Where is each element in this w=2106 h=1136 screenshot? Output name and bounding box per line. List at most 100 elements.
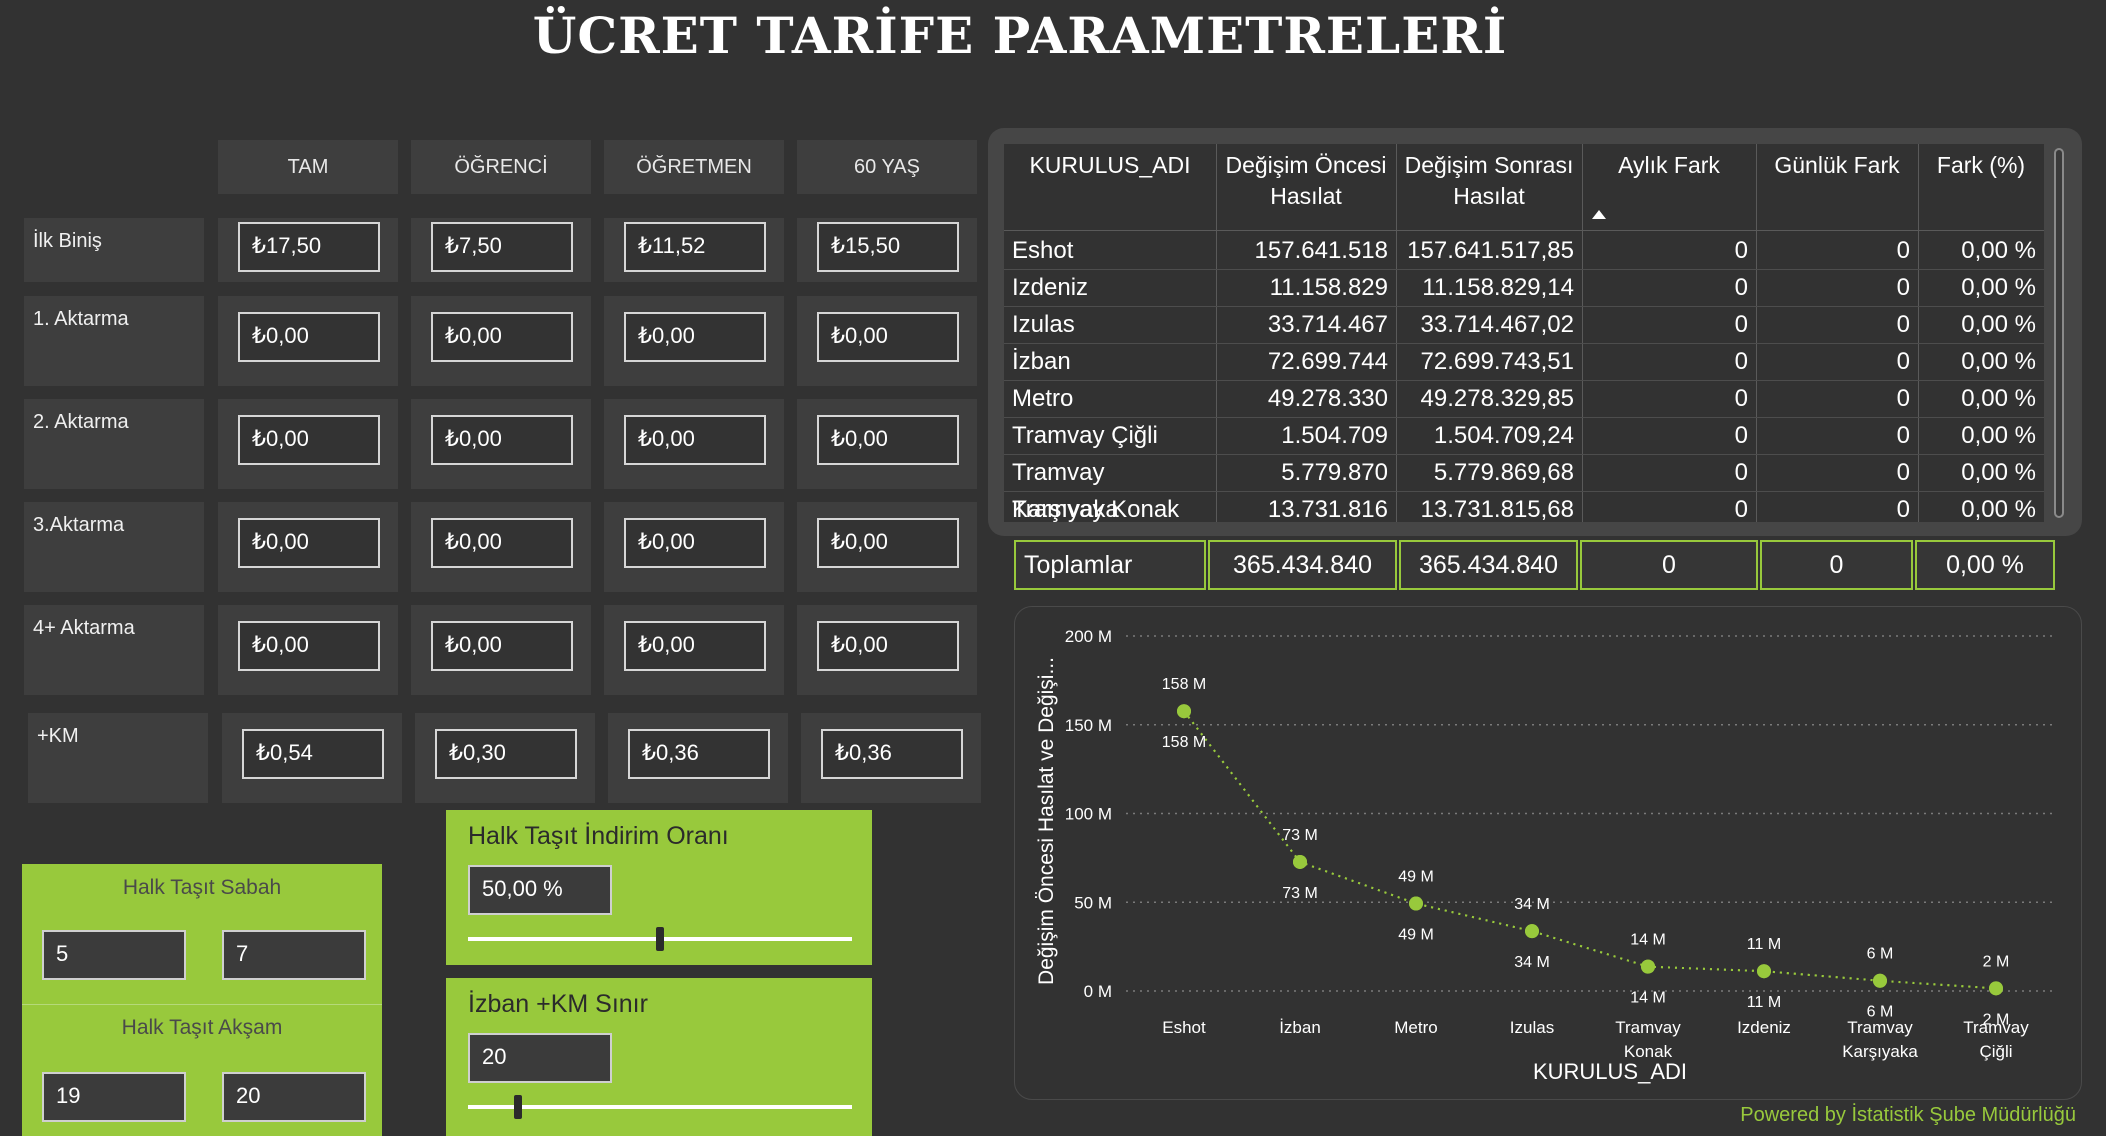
fare-input[interactable]: ₺0,00 bbox=[431, 312, 573, 362]
data-label: 34 M bbox=[1514, 954, 1550, 971]
table-cell: 0 bbox=[1896, 459, 1910, 486]
data-point[interactable] bbox=[1757, 964, 1771, 979]
table-cell: 0 bbox=[1734, 237, 1748, 264]
table-column-header[interactable]: Değişim Öncesi Hasılat bbox=[1216, 150, 1396, 212]
fare-input[interactable]: ₺0,00 bbox=[624, 518, 766, 568]
revenue-line-chart: 0 M 50 M 100 M 150 M 200 M Değişim Öncesi Has… bbox=[1035, 627, 2054, 1084]
hours-panel: Halk Taşıt Sabah 5 7 Halk Taşıt Akşam 19… bbox=[22, 864, 382, 1136]
fare-input[interactable]: ₺0,00 bbox=[238, 312, 380, 362]
sort-ascending-icon[interactable] bbox=[1592, 210, 1606, 219]
data-label: 158 M bbox=[1162, 734, 1206, 751]
data-point[interactable] bbox=[1293, 854, 1307, 869]
fare-input[interactable]: ₺0,00 bbox=[624, 415, 766, 465]
morning-hours-label: Halk Taşıt Sabah bbox=[122, 876, 282, 899]
fare-input[interactable]: ₺0,00 bbox=[817, 312, 959, 362]
y-tick-label: 0 M bbox=[1084, 982, 1112, 1001]
table-cell: 0 bbox=[1896, 311, 1910, 338]
table-cell: 0 bbox=[1896, 422, 1910, 449]
x-tick-label: Konak bbox=[1624, 1042, 1673, 1061]
fare-input[interactable]: ₺0,00 bbox=[624, 621, 766, 671]
izban-km-slider-handle[interactable] bbox=[513, 1095, 522, 1119]
y-tick-label: 100 M bbox=[1065, 805, 1112, 824]
morning-start-input[interactable]: 5 bbox=[42, 930, 186, 980]
fare-input[interactable]: ₺7,50 bbox=[431, 222, 573, 272]
table-cell: 0,00 % bbox=[1961, 348, 2036, 375]
data-point[interactable] bbox=[1525, 924, 1539, 939]
y-tick-label: 150 M bbox=[1065, 716, 1112, 735]
fare-input[interactable]: ₺0,00 bbox=[817, 518, 959, 568]
morning-end-input[interactable]: 7 bbox=[222, 930, 366, 980]
data-point[interactable] bbox=[1641, 959, 1655, 974]
x-tick-label: Karşıyaka bbox=[1842, 1042, 1918, 1061]
fare-input[interactable]: ₺0,00 bbox=[431, 518, 573, 568]
data-label: 11 M bbox=[1747, 936, 1781, 953]
fare-input[interactable]: ₺17,50 bbox=[238, 222, 380, 272]
fare-input[interactable]: ₺0,00 bbox=[238, 621, 380, 671]
fare-input[interactable]: ₺0,00 bbox=[817, 415, 959, 465]
table-column-header[interactable]: Aylık Fark bbox=[1582, 150, 1756, 181]
table-cell: 0 bbox=[1734, 348, 1748, 375]
x-tick-label: Eshot bbox=[1162, 1018, 1206, 1037]
table-row-label: İzban bbox=[1012, 348, 1071, 375]
izban-km-input[interactable]: 20 bbox=[468, 1033, 612, 1083]
table-cell: 72.699.744 bbox=[1267, 348, 1388, 375]
table-cell: 0,00 % bbox=[1961, 459, 2036, 486]
evening-end-input[interactable]: 20 bbox=[222, 1072, 366, 1122]
table-cell: 0 bbox=[1896, 348, 1910, 375]
izban-km-slider-track[interactable] bbox=[468, 1105, 852, 1109]
table-cell: 13.731.816 bbox=[1267, 496, 1388, 523]
page-title: ÜCRET TARİFE PARAMETRELERİ bbox=[532, 6, 1508, 65]
footer-credit: Powered by İstatistik Şube Müdürlüğü bbox=[1740, 1104, 2076, 1126]
data-label: 49 M bbox=[1398, 869, 1434, 886]
izban-km-label: İzban +KM Sınır bbox=[468, 990, 648, 1018]
discount-rate-label: Halk Taşıt İndirim Oranı bbox=[468, 822, 729, 850]
data-label: 6 M bbox=[1867, 946, 1894, 963]
x-tick-label: Tramvay bbox=[1847, 1018, 1913, 1037]
fare-row-label: +KM bbox=[28, 713, 208, 803]
data-point[interactable] bbox=[1989, 981, 2003, 996]
fare-input[interactable]: ₺0,36 bbox=[821, 729, 963, 779]
table-column-header[interactable]: Fark (%) bbox=[1918, 150, 2044, 181]
fare-input[interactable]: ₺0,00 bbox=[431, 415, 573, 465]
fare-input[interactable]: ₺0,00 bbox=[431, 621, 573, 671]
fare-input[interactable]: ₺0,00 bbox=[238, 518, 380, 568]
table-column-header[interactable]: Değişim Sonrası Hasılat bbox=[1396, 150, 1582, 212]
table-cell: 0 bbox=[1896, 496, 1910, 523]
hours-divider bbox=[22, 1004, 382, 1005]
table-row-label: Eshot bbox=[1012, 237, 1074, 264]
table-row-label: Tramvay Konak bbox=[1012, 496, 1180, 523]
totals-label: Toplamlar bbox=[1014, 540, 1206, 590]
totals-cell: 0 bbox=[1760, 540, 1913, 590]
table-row-label: Tramvay Karşıyaka bbox=[1012, 459, 1119, 523]
table-column-header[interactable]: KURULUS_ADI bbox=[1004, 150, 1216, 181]
fare-input[interactable]: ₺0,54 bbox=[242, 729, 384, 779]
izban-km-panel: İzban +KM Sınır 20 bbox=[446, 978, 872, 1136]
table-scrollbar[interactable] bbox=[2054, 148, 2064, 518]
data-point[interactable] bbox=[1409, 896, 1423, 911]
fare-input[interactable]: ₺0,00 bbox=[624, 312, 766, 362]
fare-row-label: 4+ Aktarma bbox=[24, 605, 204, 695]
fare-input[interactable]: ₺0,00 bbox=[238, 415, 380, 465]
fare-input[interactable]: ₺11,52 bbox=[624, 222, 766, 272]
table-cell: 0,00 % bbox=[1961, 385, 2036, 412]
fare-input[interactable]: ₺0,30 bbox=[435, 729, 577, 779]
fare-row-label: İlk Biniş bbox=[24, 218, 204, 282]
data-point[interactable] bbox=[1873, 973, 1887, 988]
header-divider bbox=[1004, 230, 2044, 231]
fare-column-header: ÖĞRETMEN bbox=[604, 140, 784, 194]
data-point[interactable] bbox=[1177, 704, 1191, 719]
discount-slider-handle[interactable] bbox=[656, 927, 664, 951]
table-cell: 49.278.329,85 bbox=[1420, 385, 1574, 412]
fare-input[interactable]: ₺15,50 bbox=[817, 222, 959, 272]
fare-input[interactable]: ₺0,36 bbox=[628, 729, 770, 779]
table-column-header[interactable]: Günlük Fark bbox=[1756, 150, 1918, 181]
discount-rate-input[interactable]: 50,00 % bbox=[468, 865, 612, 915]
table-cell: 1.504.709 bbox=[1281, 422, 1388, 449]
revenue-table: KURULUS_ADI Değişim Öncesi Hasılat Değişim … bbox=[1004, 144, 2044, 523]
table-cell: 33.714.467,02 bbox=[1420, 311, 1574, 338]
x-tick-label: Metro bbox=[1394, 1018, 1437, 1037]
fare-input[interactable]: ₺0,00 bbox=[817, 621, 959, 671]
evening-start-input[interactable]: 19 bbox=[42, 1072, 186, 1122]
fare-row-label: 2. Aktarma bbox=[24, 399, 204, 489]
table-cell: 0 bbox=[1734, 385, 1748, 412]
